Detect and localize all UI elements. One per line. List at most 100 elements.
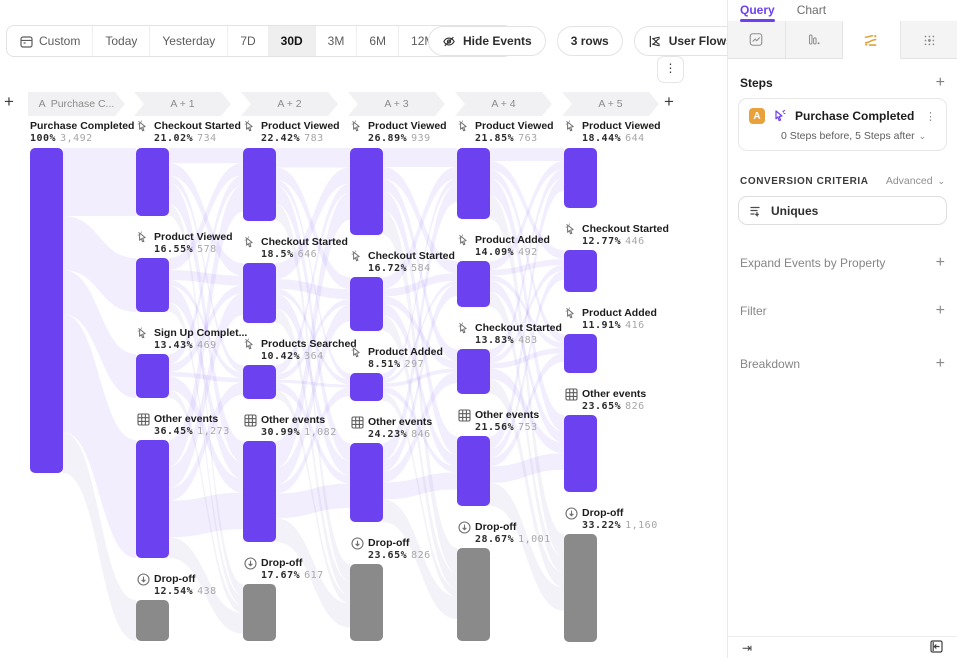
step-options-button[interactable]: ⋮ — [925, 110, 936, 123]
filter-row[interactable]: Filter + — [740, 304, 945, 318]
node-percent: 22.42% — [261, 133, 300, 144]
add-expand-property-button[interactable]: + — [936, 256, 945, 270]
sankey-node-bar[interactable] — [564, 534, 597, 642]
sankey-node-bar[interactable] — [564, 415, 597, 492]
sankey-node-bar[interactable] — [457, 261, 490, 307]
add-breakdown-button[interactable]: + — [936, 357, 945, 371]
rows-count-button[interactable]: 3 rows — [557, 26, 623, 56]
node-percent: 18.44% — [582, 133, 621, 144]
sankey-node-label[interactable]: Drop-off28.67%1,001 — [457, 520, 551, 548]
sankey-node-label[interactable]: Checkout Started21.02%734 — [136, 119, 241, 147]
column-header-5[interactable]: A + 5 — [562, 92, 659, 116]
sankey-node-label[interactable]: Product Viewed21.85%763 — [457, 119, 554, 147]
sankey-node-bar[interactable] — [457, 148, 490, 219]
sankey-node-bar[interactable] — [350, 373, 383, 401]
sankey-node-label[interactable]: Product Viewed26.89%939 — [350, 119, 447, 147]
sankey-node-label[interactable]: Other events36.45%1,273 — [136, 412, 230, 440]
range-yesterday-button[interactable]: Yesterday — [149, 26, 227, 56]
sankey-node-label[interactable]: Product Added8.51%297 — [350, 345, 443, 373]
expand-panel-icon[interactable]: ⇥ — [742, 642, 752, 654]
sankey-node-bar[interactable] — [350, 277, 383, 331]
range-6m-button[interactable]: 6M — [356, 26, 398, 56]
steps-before-after-toggle[interactable]: 0 Steps before, 5 Steps after⌄ — [781, 130, 936, 142]
sankey-node-bar[interactable] — [564, 250, 597, 292]
chart-more-options-button[interactable]: ⋮ — [657, 56, 684, 83]
sankey-node-label[interactable]: Drop-off23.65%826 — [350, 536, 431, 564]
sankey-node-bar[interactable] — [350, 148, 383, 235]
sankey-node-label[interactable]: Product Added14.09%492 — [457, 233, 550, 261]
sankey-node-bar[interactable] — [350, 443, 383, 522]
sankey-node-bar[interactable] — [457, 436, 490, 506]
range-3m-button[interactable]: 3M — [315, 26, 357, 56]
range-30d-button[interactable]: 30D — [268, 26, 315, 56]
sankey-node-label[interactable]: Checkout Started12.77%446 — [564, 222, 669, 250]
sankey-node-bar[interactable] — [564, 148, 597, 208]
tab-query[interactable]: Query — [740, 3, 775, 20]
range-7d-button[interactable]: 7D — [227, 26, 267, 56]
sankey-node-label[interactable]: Other events21.56%753 — [457, 408, 539, 436]
sankey-node-bar[interactable] — [243, 148, 276, 221]
sankey-node-bar[interactable] — [30, 148, 63, 473]
range-today-button[interactable]: Today — [92, 26, 149, 56]
range-custom-button[interactable]: Custom — [7, 26, 92, 56]
flow-ribbon — [169, 294, 243, 489]
advanced-dropdown[interactable]: Advanced ⌄ — [886, 175, 945, 187]
column-header-0[interactable]: APurchase C... — [28, 92, 125, 116]
chart-type-bar-button[interactable] — [786, 21, 844, 58]
tab-chart[interactable]: Chart — [797, 3, 826, 20]
breakdown-row[interactable]: Breakdown + — [740, 357, 945, 371]
add-step-after-button[interactable]: + — [664, 94, 674, 110]
chart-type-flows-button[interactable] — [843, 21, 901, 59]
sankey-node-bar[interactable] — [243, 584, 276, 641]
flow-ribbon — [490, 148, 564, 161]
sankey-node-label[interactable]: Product Viewed22.42%783 — [243, 119, 340, 147]
sankey-node-bar[interactable] — [243, 441, 276, 542]
sankey-node-bar[interactable] — [136, 354, 169, 398]
sankey-node-bar[interactable] — [243, 263, 276, 323]
chart-type-more-button[interactable] — [901, 21, 957, 58]
sankey-node-bar[interactable] — [564, 334, 597, 373]
collapse-panel-icon[interactable] — [930, 640, 943, 655]
sankey-node-label[interactable]: Product Viewed18.44%644 — [564, 119, 661, 147]
chart-type-line-button[interactable] — [728, 21, 786, 58]
counting-method-button[interactable]: Uniques — [738, 196, 947, 225]
expand-events-row[interactable]: Expand Events by Property + — [740, 256, 945, 270]
sankey-node-bar[interactable] — [350, 564, 383, 641]
add-step-before-button[interactable]: + — [4, 94, 14, 110]
sankey-node-label[interactable]: Drop-off33.22%1,160 — [564, 506, 658, 534]
column-header-4[interactable]: A + 4 — [455, 92, 552, 116]
sankey-node-label[interactable]: Product Added11.91%416 — [564, 306, 657, 334]
sankey-node-label[interactable]: Other events24.23%846 — [350, 415, 432, 443]
add-filter-button[interactable]: + — [936, 304, 945, 318]
sankey-node-label[interactable]: Sign Up Complet...13.43%469 — [136, 326, 247, 354]
column-header-1[interactable]: A + 1 — [134, 92, 231, 116]
sankey-node-label[interactable]: Drop-off12.54%438 — [136, 572, 217, 600]
column-header-3[interactable]: A + 3 — [348, 92, 445, 116]
hide-events-button[interactable]: Hide Events — [428, 26, 546, 56]
conversion-criteria-title: CONVERSION CRITERIA — [740, 176, 869, 187]
sankey-node-label[interactable]: Checkout Started13.83%483 — [457, 321, 562, 349]
sankey-node-label[interactable]: Checkout Started16.72%584 — [350, 249, 455, 277]
sankey-node-label[interactable]: Products Searched10.42%364 — [243, 337, 357, 365]
add-step-button[interactable]: + — [936, 76, 945, 90]
sankey-node-label[interactable]: Purchase Completed100%3,492 — [30, 119, 134, 147]
autocapture-sparkle-icon — [773, 109, 787, 123]
node-count: 763 — [518, 133, 538, 144]
step-card[interactable]: A Purchase Completed ⋮ 0 Steps before, 5… — [738, 98, 947, 151]
sankey-node-label[interactable]: Checkout Started18.5%646 — [243, 235, 348, 263]
sankey-node-bar[interactable] — [457, 349, 490, 394]
sankey-node-bar[interactable] — [136, 440, 169, 558]
sankey-node-label[interactable]: Product Viewed16.55%578 — [136, 230, 233, 258]
sankey-node-label[interactable]: Other events30.99%1,082 — [243, 413, 337, 441]
node-title: Drop-off — [261, 557, 302, 569]
sankey-node-label[interactable]: Drop-off17.67%617 — [243, 556, 324, 584]
node-percent: 28.67% — [475, 534, 514, 545]
conversion-criteria-header: CONVERSION CRITERIA Advanced ⌄ — [740, 175, 945, 187]
sankey-node-bar[interactable] — [136, 258, 169, 312]
sankey-node-bar[interactable] — [457, 548, 490, 641]
sankey-node-label[interactable]: Other events23.65%826 — [564, 387, 646, 415]
sankey-node-bar[interactable] — [136, 600, 169, 641]
sankey-node-bar[interactable] — [136, 148, 169, 216]
column-header-2[interactable]: A + 2 — [241, 92, 338, 116]
sankey-node-bar[interactable] — [243, 365, 276, 399]
